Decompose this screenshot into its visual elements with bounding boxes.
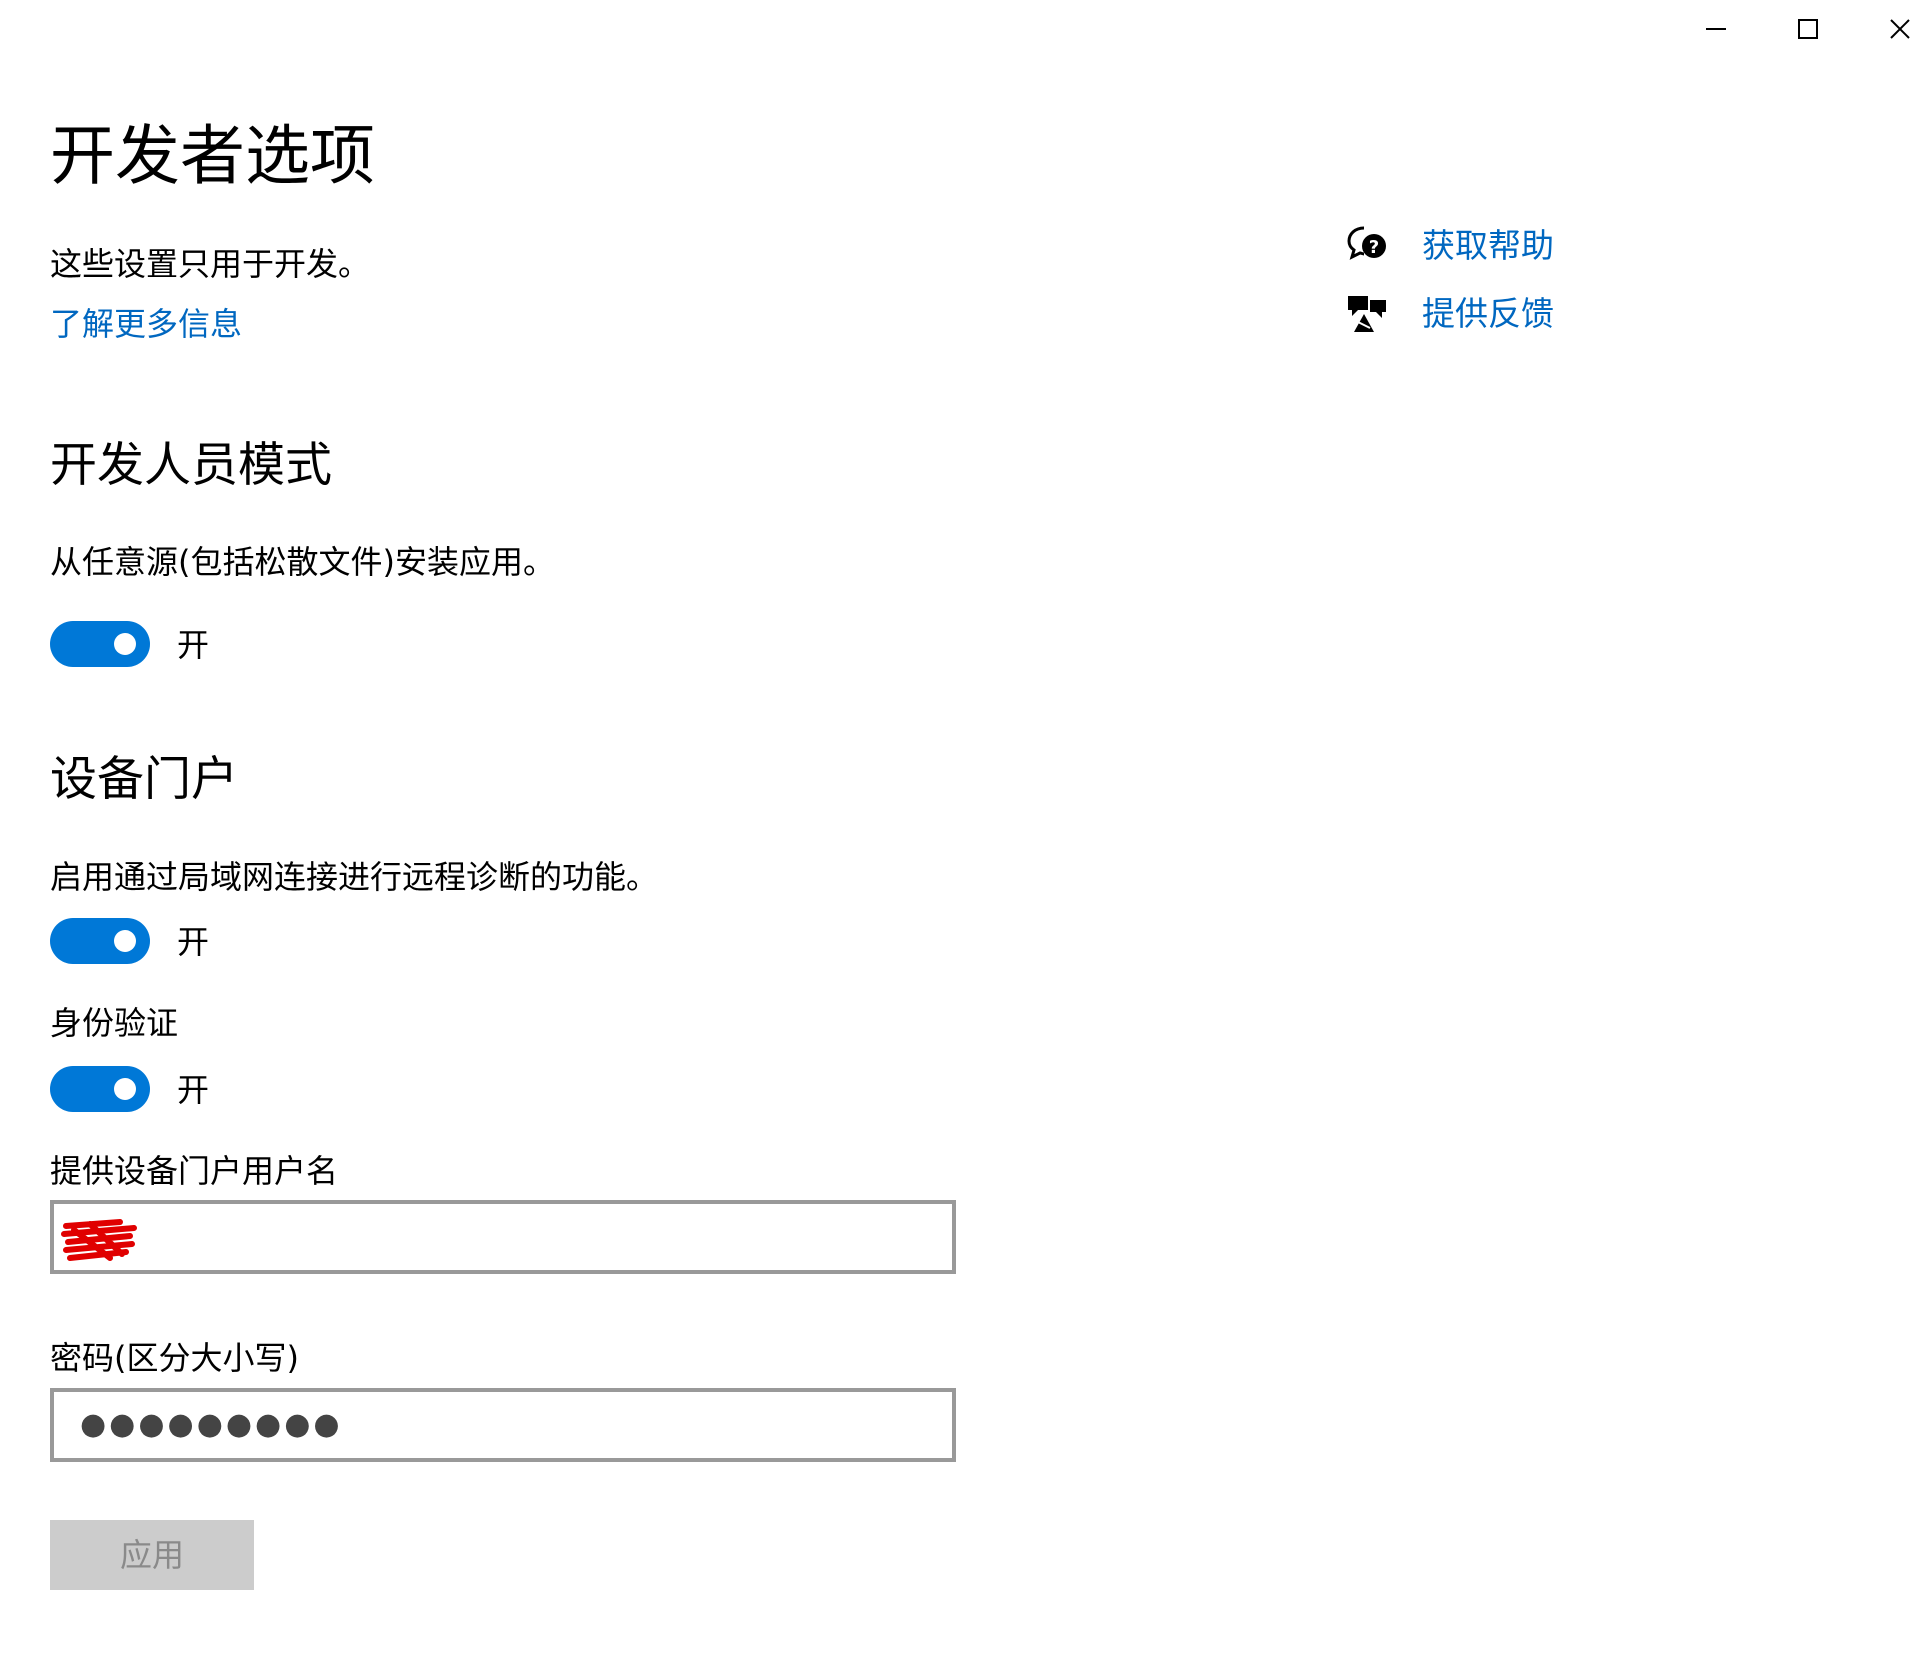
username-label: 提供设备门户用户名 xyxy=(50,1152,339,1190)
learn-more-link[interactable]: 了解更多信息 xyxy=(50,302,242,346)
password-field[interactable]: ●●●●●●●●● xyxy=(50,1388,956,1462)
toggle-knob xyxy=(114,1078,136,1100)
feedback-icon xyxy=(1346,292,1390,334)
developer-mode-heading: 开发人员模式 xyxy=(50,438,332,493)
device-portal-heading: 设备门户 xyxy=(50,752,238,807)
close-button[interactable] xyxy=(1854,0,1924,58)
apply-button[interactable]: 应用 xyxy=(50,1520,254,1590)
help-icon: ? xyxy=(1346,224,1390,264)
developer-mode-toggle-label: 开 xyxy=(177,626,210,664)
svg-text:?: ? xyxy=(1369,237,1379,258)
give-feedback-link[interactable]: 提供反馈 xyxy=(1422,292,1554,336)
device-portal-description: 启用通过局域网连接进行远程诊断的功能。 xyxy=(50,858,659,896)
toggle-knob xyxy=(114,930,136,952)
maximize-icon xyxy=(1796,17,1820,41)
authentication-toggle-label: 开 xyxy=(177,1071,210,1109)
password-value: ●●●●●●●●● xyxy=(80,1407,343,1442)
username-field[interactable] xyxy=(50,1200,956,1274)
developer-mode-toggle[interactable] xyxy=(50,621,150,667)
toggle-knob xyxy=(114,633,136,655)
get-help-link[interactable]: 获取帮助 xyxy=(1422,224,1554,268)
close-icon xyxy=(1888,17,1912,41)
device-portal-toggle[interactable] xyxy=(50,918,150,964)
authentication-label: 身份验证 xyxy=(50,1004,179,1042)
authentication-toggle[interactable] xyxy=(50,1066,150,1112)
minimize-icon xyxy=(1704,17,1728,41)
maximize-button[interactable] xyxy=(1762,0,1854,58)
page-description: 这些设置只用于开发。 xyxy=(50,245,371,283)
page-title: 开发者选项 xyxy=(50,119,376,194)
password-label: 密码(区分大小写) xyxy=(50,1339,299,1377)
redaction-scribble xyxy=(60,1214,140,1264)
developer-mode-description: 从任意源(包括松散文件)安装应用。 xyxy=(50,543,555,581)
device-portal-toggle-label: 开 xyxy=(177,923,210,961)
minimize-button[interactable] xyxy=(1670,0,1762,58)
